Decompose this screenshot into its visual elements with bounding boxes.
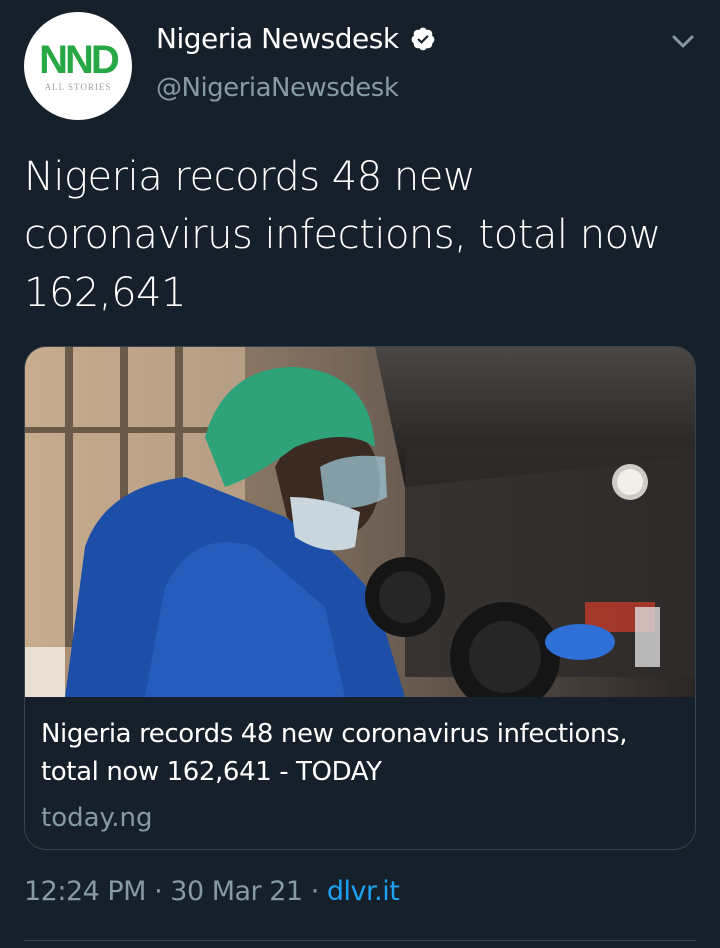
tweet-source-link[interactable]: dlvr.it	[327, 876, 400, 907]
link-card[interactable]: Nigeria records 48 new coronavirus infec…	[24, 346, 696, 850]
tweet-date[interactable]: 30 Mar 21	[170, 876, 303, 907]
card-domain: today.ng	[41, 803, 153, 833]
verified-badge-icon	[411, 27, 435, 50]
divider	[24, 940, 696, 941]
tweet-text: Nigeria records 48 new coronavirus infec…	[24, 154, 661, 316]
avatar[interactable]: NND ALL STORIES	[24, 12, 132, 120]
tweet-time[interactable]: 12:24 PM	[24, 876, 146, 907]
avatar-subtext: ALL STORIES	[44, 82, 112, 92]
account-handle[interactable]: @NigeriaNewsdesk	[156, 73, 436, 103]
display-name[interactable]: Nigeria Newsdesk	[156, 22, 399, 55]
meta-separator: ·	[154, 876, 163, 907]
account-names: Nigeria Newsdesk @NigeriaNewsdesk	[156, 22, 436, 103]
card-image	[25, 347, 695, 697]
card-title[interactable]: Nigeria records 48 new coronavirus infec…	[41, 715, 671, 791]
tweet-meta: 12:24 PM · 30 Mar 21 · dlvr.it	[24, 876, 400, 907]
meta-separator: ·	[310, 876, 320, 907]
chevron-down-icon[interactable]	[670, 32, 696, 52]
tweet-header: NND ALL STORIES Nigeria Newsdesk @Nigeri…	[24, 12, 700, 122]
avatar-logo: NND	[39, 38, 120, 82]
